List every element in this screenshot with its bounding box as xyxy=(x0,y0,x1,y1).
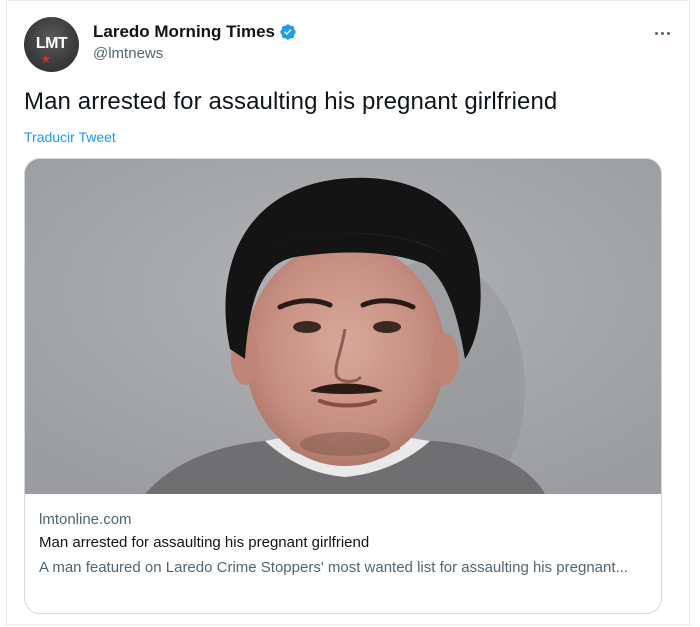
card-image[interactable] xyxy=(25,159,661,494)
tweet-header: LMT Laredo Morning Times @lmtnews xyxy=(24,17,674,75)
display-name[interactable]: Laredo Morning Times xyxy=(93,22,275,42)
link-card[interactable]: lmtonline.com Man arrested for assaultin… xyxy=(24,158,662,614)
avatar-star-icon xyxy=(41,54,51,64)
author-block: Laredo Morning Times @lmtnews xyxy=(93,22,297,62)
tweet-text: Man arrested for assaulting his pregnant… xyxy=(24,88,558,115)
tweet-container: LMT Laredo Morning Times @lmtnews Man ar… xyxy=(6,0,690,625)
card-photo xyxy=(25,159,661,494)
name-row: Laredo Morning Times xyxy=(93,22,297,42)
handle[interactable]: @lmtnews xyxy=(93,45,297,62)
avatar[interactable]: LMT xyxy=(24,17,79,72)
translate-tweet-link[interactable]: Traducir Tweet xyxy=(24,129,116,145)
more-horizontal-icon[interactable] xyxy=(650,25,674,41)
card-title: Man arrested for assaulting his pregnant… xyxy=(39,534,370,551)
card-description: A man featured on Laredo Crime Stoppers'… xyxy=(39,559,629,576)
card-domain: lmtonline.com xyxy=(39,511,132,528)
avatar-logo-text: LMT xyxy=(35,35,68,52)
card-info[interactable]: lmtonline.com Man arrested for assaultin… xyxy=(39,511,647,578)
verified-badge-icon xyxy=(280,24,296,40)
